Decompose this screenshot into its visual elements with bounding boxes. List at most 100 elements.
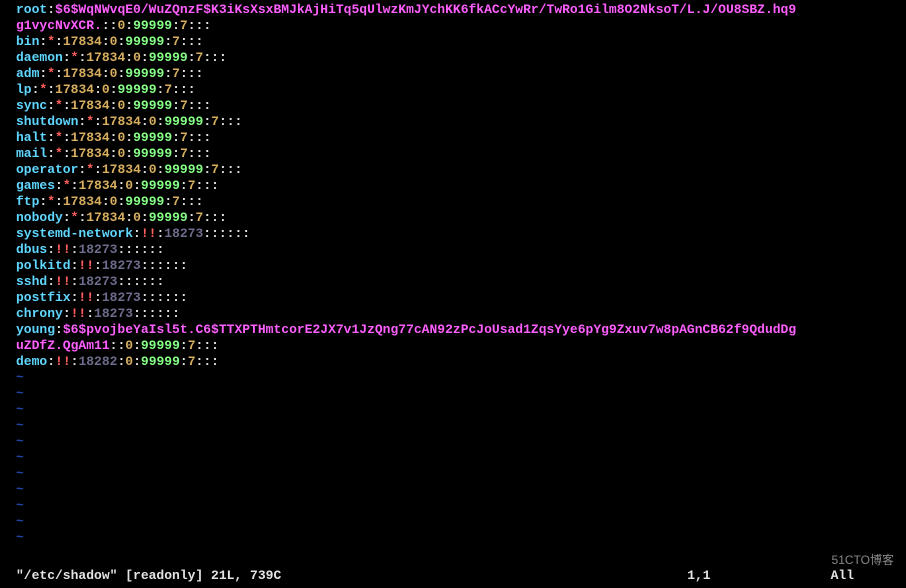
segment: 18273 xyxy=(94,306,133,321)
segment: * xyxy=(47,66,55,81)
segment: bin xyxy=(16,34,39,49)
segment: : xyxy=(141,50,149,65)
segment: polkitd xyxy=(16,258,71,273)
segment: : xyxy=(133,178,141,193)
segment: daemon xyxy=(16,50,63,65)
segment: demo xyxy=(16,354,47,369)
segment: !! xyxy=(71,306,87,321)
file-line: postfix:!!:18273:::::: xyxy=(16,290,890,306)
segment: : xyxy=(172,146,180,161)
segment: uZDfZ.QgAm11 xyxy=(16,338,110,353)
segment: sshd xyxy=(16,274,47,289)
segment: : xyxy=(47,130,55,145)
segment: games xyxy=(16,178,55,193)
segment: : xyxy=(47,354,55,369)
segment: * xyxy=(63,178,71,193)
segment: : xyxy=(47,98,55,113)
file-line: root:$6$WqNWvqE0/WuZQnzF$K3iKsXsxBMJkAjH… xyxy=(16,2,890,18)
segment: root xyxy=(16,2,47,17)
segment: 17834 xyxy=(102,114,141,129)
segment: ::: xyxy=(188,98,211,113)
segment: 99999 xyxy=(164,162,203,177)
segment: 99999 xyxy=(141,338,180,353)
segment: 17834 xyxy=(63,34,102,49)
segment: : xyxy=(102,194,110,209)
segment: 0 xyxy=(133,50,141,65)
segment: 99999 xyxy=(141,178,180,193)
segment: 99999 xyxy=(164,114,203,129)
file-line: lp:*:17834:0:99999:7::: xyxy=(16,82,890,98)
segment: 17834 xyxy=(102,162,141,177)
segment: sync xyxy=(16,98,47,113)
segment: : xyxy=(188,210,196,225)
file-line: polkitd:!!:18273:::::: xyxy=(16,258,890,274)
file-line: operator:*:17834:0:99999:7::: xyxy=(16,162,890,178)
segment: : xyxy=(94,82,102,97)
segment: 17834 xyxy=(78,178,117,193)
segment: : xyxy=(203,162,211,177)
segment: 18273 xyxy=(78,242,117,257)
segment: dbus xyxy=(16,242,47,257)
segment: : xyxy=(125,146,133,161)
segment: young xyxy=(16,322,55,337)
segment: !! xyxy=(78,258,94,273)
segment: 7 xyxy=(180,146,188,161)
segment: 7 xyxy=(172,194,180,209)
segment: * xyxy=(47,34,55,49)
segment: mail xyxy=(16,146,47,161)
segment: : xyxy=(164,194,172,209)
segment: : xyxy=(125,18,133,33)
segment: ::: xyxy=(196,178,219,193)
segment: 0 xyxy=(125,178,133,193)
segment: : xyxy=(141,114,149,129)
file-line: halt:*:17834:0:99999:7::: xyxy=(16,130,890,146)
segment: 99999 xyxy=(133,18,172,33)
vim-tilde-line: ~ xyxy=(16,530,890,546)
segment: 18273 xyxy=(102,258,141,273)
segment: 17834 xyxy=(86,50,125,65)
segment: : xyxy=(47,82,55,97)
segment: : xyxy=(141,162,149,177)
vim-status-line: "/etc/shadow" [readonly] 21L, 739C 1,1 A… xyxy=(16,568,894,584)
file-line: bin:*:17834:0:99999:7::: xyxy=(16,34,890,50)
segment: * xyxy=(86,162,94,177)
terminal-content-area[interactable]: root:$6$WqNWvqE0/WuZQnzF$K3iKsXsxBMJkAjH… xyxy=(0,0,906,548)
segment: : xyxy=(55,194,63,209)
segment: : xyxy=(63,210,71,225)
segment: 7 xyxy=(172,34,180,49)
segment: : xyxy=(180,178,188,193)
file-line: dbus:!!:18273:::::: xyxy=(16,242,890,258)
segment: chrony xyxy=(16,306,63,321)
segment: : xyxy=(141,210,149,225)
segment: lp xyxy=(16,82,32,97)
segment: :::::: xyxy=(203,226,250,241)
segment: 17834 xyxy=(71,130,110,145)
segment: 0 xyxy=(149,162,157,177)
segment: : xyxy=(47,146,55,161)
segment: 17834 xyxy=(71,98,110,113)
segment: ::: xyxy=(196,354,219,369)
segment: : xyxy=(94,162,102,177)
segment: 17834 xyxy=(55,82,94,97)
file-line: games:*:17834:0:99999:7::: xyxy=(16,178,890,194)
segment: 17834 xyxy=(86,210,125,225)
segment: shutdown xyxy=(16,114,78,129)
segment: 99999 xyxy=(133,130,172,145)
segment: : xyxy=(172,130,180,145)
segment: 17834 xyxy=(63,194,102,209)
segment: 18273 xyxy=(164,226,203,241)
segment: * xyxy=(55,146,63,161)
segment: operator xyxy=(16,162,78,177)
file-line: daemon:*:17834:0:99999:7::: xyxy=(16,50,890,66)
segment: g1vycNvXCR. xyxy=(16,18,102,33)
segment: : xyxy=(63,50,71,65)
segment: 7 xyxy=(188,354,196,369)
segment: 0 xyxy=(125,354,133,369)
segment: : xyxy=(55,322,63,337)
segment: 99999 xyxy=(125,34,164,49)
segment: !! xyxy=(141,226,157,241)
segment: : xyxy=(55,66,63,81)
vim-tilde-line: ~ xyxy=(16,482,890,498)
segment: 18273 xyxy=(78,274,117,289)
vim-tilde-line: ~ xyxy=(16,418,890,434)
